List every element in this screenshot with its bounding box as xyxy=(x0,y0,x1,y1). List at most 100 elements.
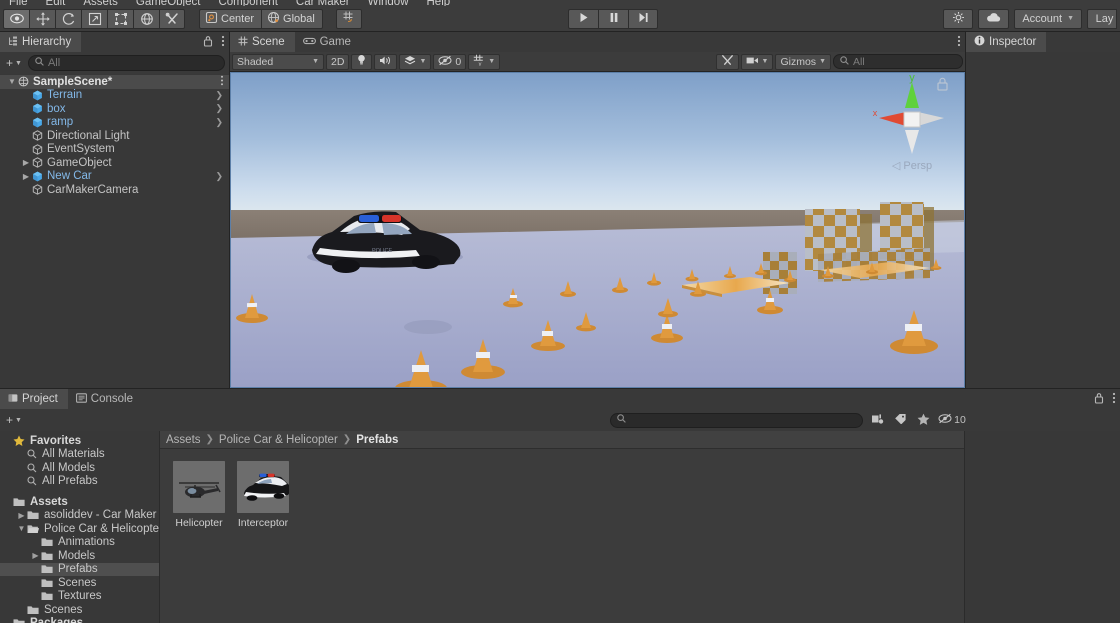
inspector-panel: Inspector xyxy=(965,32,1120,388)
project-search-input[interactable] xyxy=(610,412,863,428)
hand-tool-button[interactable] xyxy=(3,8,29,29)
scene-context-menu-icon[interactable] xyxy=(220,75,224,89)
open-prefab-chevron-icon[interactable]: ❯ xyxy=(215,171,223,182)
play-button[interactable] xyxy=(568,8,598,29)
account-label: Account xyxy=(1022,12,1063,25)
hierarchy-item-ramp[interactable]: ramp ❯ xyxy=(0,116,229,130)
tab-scene[interactable]: Scene xyxy=(230,32,295,52)
rotate-tool-button[interactable] xyxy=(55,8,81,29)
collab-button[interactable] xyxy=(943,8,974,29)
gizmo-projection-label: ◁ Persp xyxy=(892,160,932,172)
tab-console[interactable]: Console xyxy=(67,389,143,409)
panel-menu-icon[interactable] xyxy=(1112,392,1116,407)
project-tree-item-police-car-helicopter[interactable]: ▼ Police Car & Helicopter xyxy=(0,522,159,536)
asset-grid[interactable]: Helicopter Interceptor xyxy=(160,449,964,623)
gizmos-dropdown[interactable]: Gizmos ▼ xyxy=(775,53,831,70)
transform-tool-button[interactable] xyxy=(133,8,159,29)
disclosure-triangle-icon[interactable]: ▼ xyxy=(16,524,27,533)
disclosure-triangle-icon[interactable]: ▶ xyxy=(16,511,27,520)
disclosure-triangle-icon[interactable]: ▼ xyxy=(6,77,18,86)
step-button[interactable] xyxy=(628,8,658,29)
scene-lighting-button[interactable] xyxy=(351,53,373,70)
project-tree-item-scenes[interactable]: Scenes xyxy=(0,603,159,617)
grid-snap-button[interactable] xyxy=(335,8,362,29)
panel-menu-icon[interactable] xyxy=(221,35,225,50)
scene-camera-settings-button[interactable] xyxy=(715,53,739,70)
project-tree-item-all-prefabs[interactable]: All Prefabs xyxy=(0,475,159,489)
tab-game[interactable]: Game xyxy=(294,32,361,52)
handle-space-button[interactable]: Global xyxy=(261,8,323,29)
move-tool-button[interactable] xyxy=(29,8,55,29)
tab-inspector[interactable]: Inspector xyxy=(966,32,1047,52)
project-create-button[interactable]: + ▼ xyxy=(4,413,24,427)
pause-button[interactable] xyxy=(598,8,628,29)
hierarchy-item-new-car[interactable]: ▶ New Car ❯ xyxy=(0,170,229,184)
project-folder-tree[interactable]: Favorites All Materials All Models All Pref… xyxy=(0,431,160,623)
cloud-button[interactable] xyxy=(978,8,1010,29)
toggle-2d-button[interactable]: 2D xyxy=(326,53,350,70)
project-tree-item-asoliddev-car-maker[interactable]: ▶ asoliddev - Car Maker xyxy=(0,509,159,523)
breadcrumb-item-package[interactable]: Police Car & Helicopter xyxy=(219,434,338,446)
hierarchy-item-eventsystem[interactable]: EventSystem xyxy=(0,143,229,157)
disclosure-triangle-icon[interactable]: ▶ xyxy=(20,158,32,167)
scene-audio-button[interactable] xyxy=(374,53,398,70)
breadcrumb-separator: ❯ xyxy=(342,434,352,445)
create-object-button[interactable]: + ▼ xyxy=(4,56,24,70)
project-tree-item-assets[interactable]: Assets xyxy=(0,495,159,509)
project-tree-item-all-models[interactable]: All Models xyxy=(0,461,159,475)
project-tree-item-textures[interactable]: Textures xyxy=(0,590,159,604)
open-prefab-chevron-icon[interactable]: ❯ xyxy=(215,103,223,114)
draw-mode-dropdown[interactable]: Shaded ▼ xyxy=(232,53,324,70)
scene-visibility-button[interactable]: 0 xyxy=(433,53,467,70)
layers-button[interactable]: Lay xyxy=(1087,8,1117,29)
gizmos-search-input[interactable]: All xyxy=(833,54,963,69)
hidden-count-label: 0 xyxy=(455,55,462,68)
filter-by-label-button[interactable] xyxy=(889,412,911,429)
hierarchy-item-gameobject[interactable]: ▶ GameObject xyxy=(0,156,229,170)
scene-orientation-gizmo[interactable]: y x ◁ Persp xyxy=(866,74,961,174)
disclosure-triangle-icon[interactable]: ▶ xyxy=(30,551,41,560)
project-tree-item-models[interactable]: ▶ Models xyxy=(0,549,159,563)
scene-camera-dropdown[interactable]: ▼ xyxy=(740,53,774,70)
scale-tool-button[interactable] xyxy=(81,8,107,29)
filter-by-type-button[interactable] xyxy=(866,412,888,429)
panel-menu-icon[interactable] xyxy=(957,35,961,50)
hierarchy-item-terrain[interactable]: Terrain ❯ xyxy=(0,89,229,103)
custom-tool-button[interactable] xyxy=(159,8,185,29)
filter-favorites-button[interactable] xyxy=(912,412,934,429)
project-tree-item-all-materials[interactable]: All Materials xyxy=(0,448,159,462)
scene-fx-dropdown[interactable]: ▼ xyxy=(399,53,432,70)
hierarchy-item-box[interactable]: box ❯ xyxy=(0,102,229,116)
lock-icon[interactable] xyxy=(203,35,213,50)
tab-scene-label: Scene xyxy=(252,36,285,48)
breadcrumb-item-current[interactable]: Prefabs xyxy=(356,434,398,446)
hierarchy-search-input[interactable]: All xyxy=(27,55,225,71)
project-tree-item-favorites[interactable]: Favorites xyxy=(0,434,159,448)
project-tree-item-scenes[interactable]: Scenes xyxy=(0,576,159,590)
hierarchy-item-carmakercamera[interactable]: CarMakerCamera xyxy=(0,183,229,197)
project-tree-item-animations[interactable]: Animations xyxy=(0,536,159,550)
asset-item-helicopter[interactable]: Helicopter xyxy=(172,461,226,623)
rect-tool-button[interactable] xyxy=(107,8,133,29)
open-prefab-chevron-icon[interactable]: ❯ xyxy=(215,90,223,101)
hierarchy-tree[interactable]: ▼ SampleScene* Terrain ❯ box ❯ ramp ❯ Directiona… xyxy=(0,74,229,388)
scene-viewport[interactable]: POLICE y x ◁ Persp xyxy=(230,72,965,388)
project-filter-group: 10 xyxy=(866,412,969,429)
project-hidden-count[interactable]: 10 xyxy=(935,412,969,429)
pivot-mode-button[interactable]: Center xyxy=(199,8,262,29)
project-tree-item-packages[interactable]: Packages xyxy=(0,617,159,623)
hierarchy-scene-row[interactable]: ▼ SampleScene* xyxy=(0,75,229,89)
tab-project[interactable]: Project xyxy=(0,389,68,409)
scene-grid-dropdown[interactable]: y ▼ xyxy=(468,53,501,70)
project-tree-item-prefabs[interactable]: Prefabs xyxy=(0,562,159,576)
tab-hierarchy[interactable]: Hierarchy xyxy=(0,32,82,52)
hierarchy-item-directional-light[interactable]: Directional Light xyxy=(0,129,229,143)
lock-icon[interactable] xyxy=(1094,392,1104,407)
account-button[interactable]: Account ▼ xyxy=(1014,8,1082,29)
disclosure-triangle-icon[interactable]: ▶ xyxy=(20,172,32,181)
asset-item-interceptor[interactable]: Interceptor xyxy=(236,461,290,623)
breadcrumb-item-assets[interactable]: Assets xyxy=(166,434,201,446)
project-tree-item-label: Police Car & Helicopter xyxy=(44,522,160,535)
open-prefab-chevron-icon[interactable]: ❯ xyxy=(215,117,223,128)
project-hidden-count-label: 10 xyxy=(954,414,966,426)
